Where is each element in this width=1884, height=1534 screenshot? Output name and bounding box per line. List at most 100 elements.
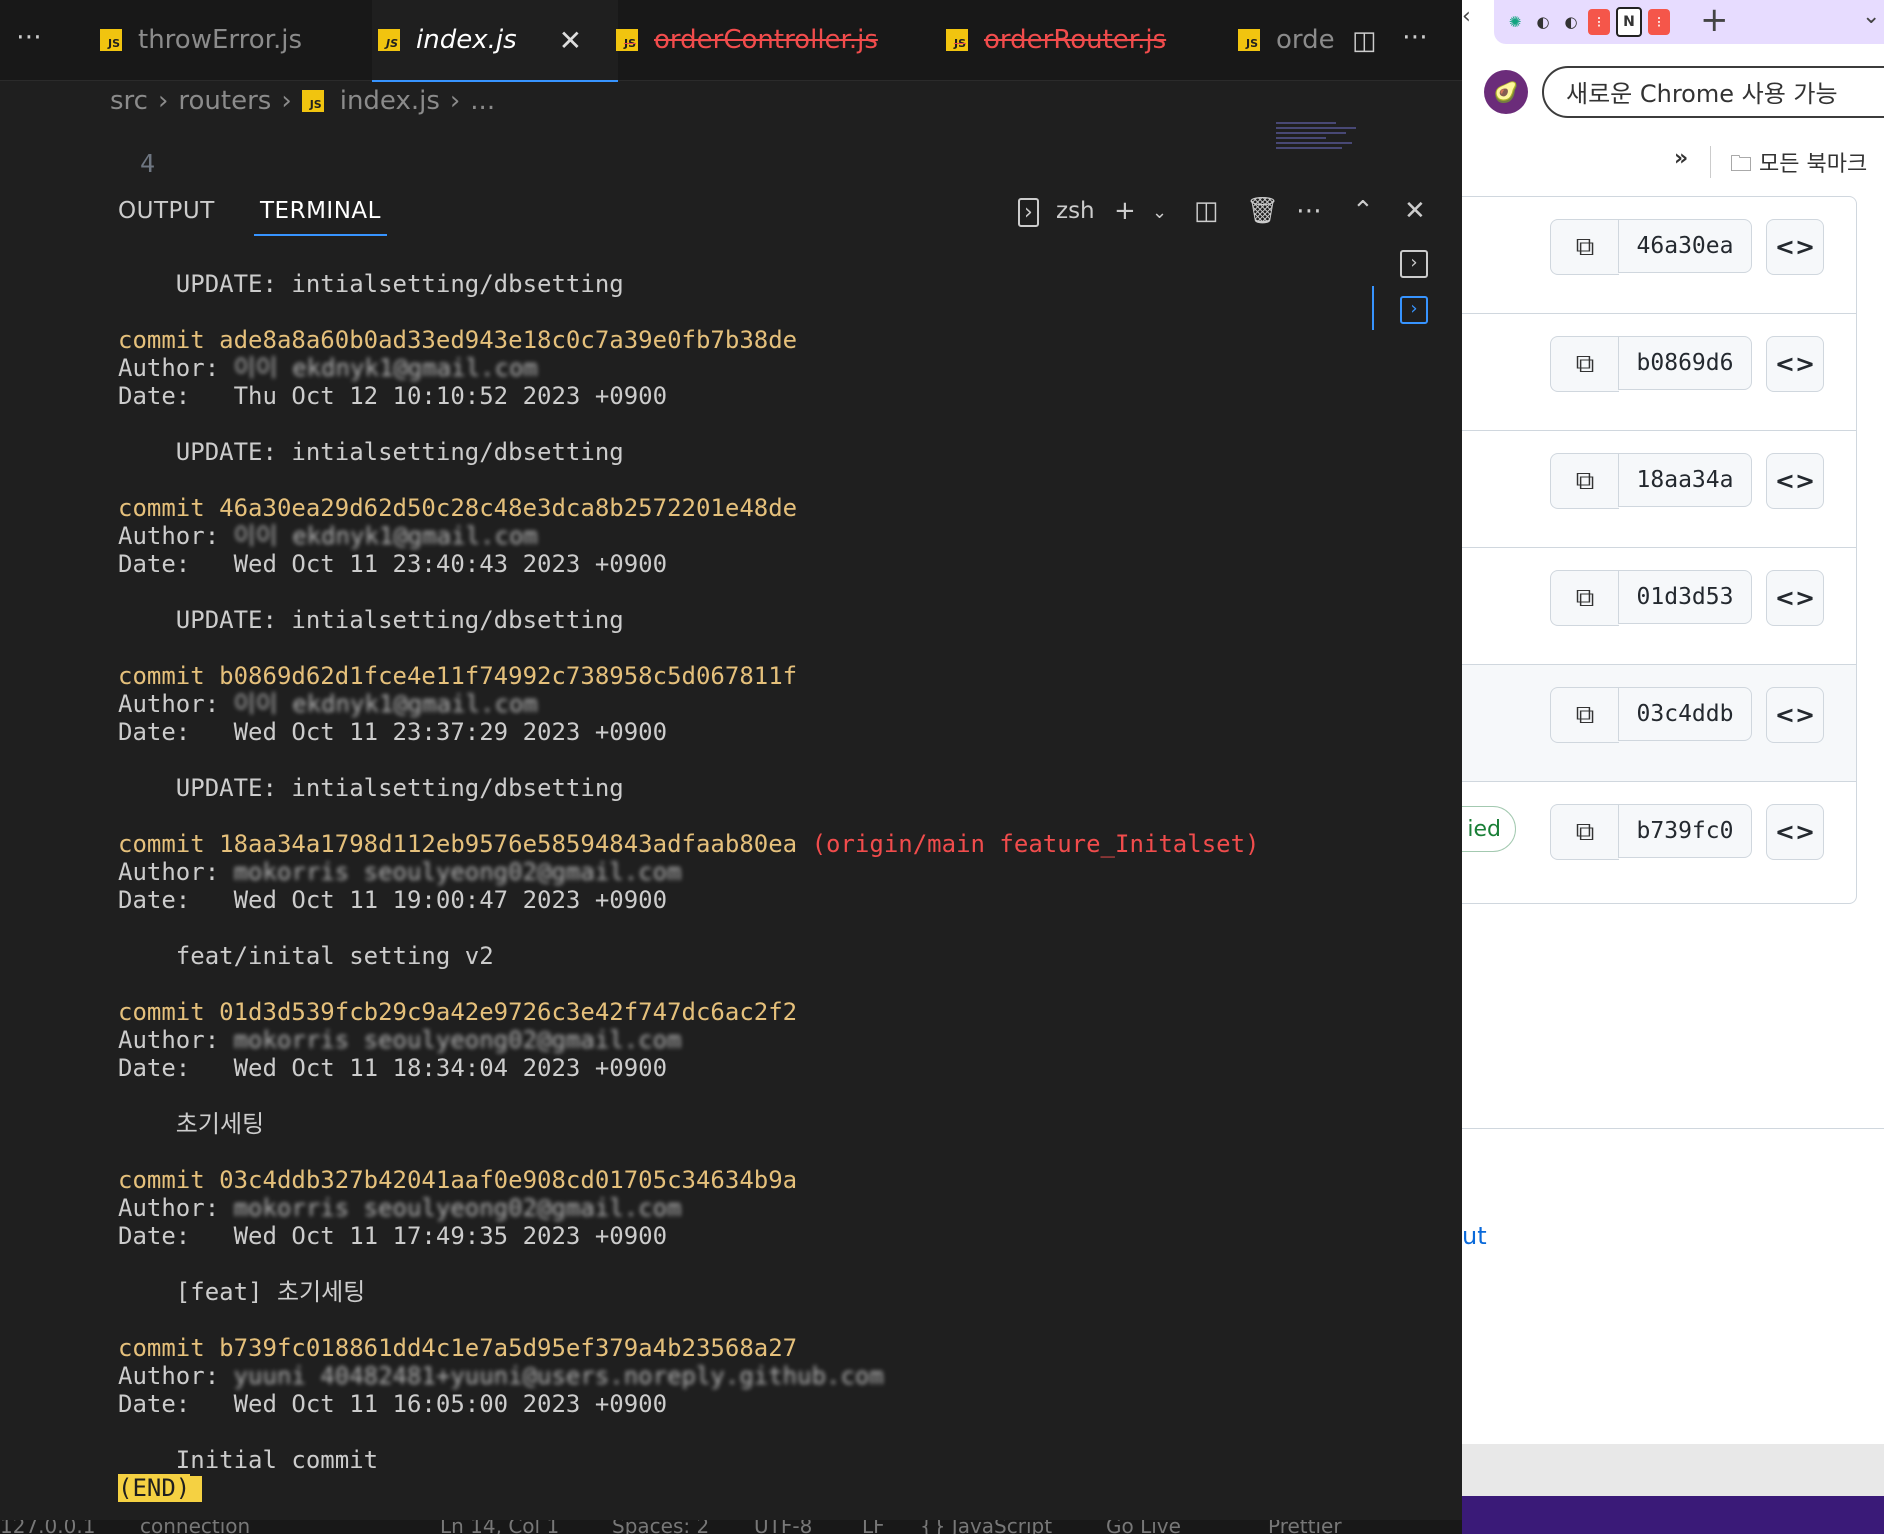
editor-tab[interactable]: JS orderRouter.js [946, 0, 1166, 80]
status-item[interactable]: UTF-8 [754, 1520, 812, 1534]
breadcrumb-item-symbol[interactable]: ... [470, 86, 495, 116]
bookmarks-bar: » 🗀 모든 북마크 [1462, 136, 1884, 188]
extension-icon[interactable]: ⁝ [1588, 9, 1610, 35]
commit-sha-link[interactable]: b739fc0 [1618, 804, 1752, 858]
date-line: Date: Wed Oct 11 18:34:04 2023 +0900 [118, 1054, 668, 1082]
status-item[interactable]: 127.0.0.1 [0, 1520, 95, 1534]
shell-label[interactable]: zsh [1056, 198, 1095, 224]
status-item[interactable]: Ln 14, Col 1 [440, 1520, 559, 1534]
author-label: Author: [118, 690, 234, 718]
split-terminal-icon[interactable]: ◫ [1194, 196, 1219, 226]
about-link[interactable]: ut [1462, 1222, 1487, 1250]
update-chrome-button[interactable]: 새로운 Chrome 사용 가능⋮ [1542, 66, 1884, 118]
extension-icon[interactable]: ⁝ [1648, 9, 1670, 35]
code-line: 4 const { productRouter } = require('./p… [0, 120, 155, 174]
commit-hash: commit 18aa34a1798d112eb9576e58594843adf… [118, 830, 798, 858]
editor-tab[interactable]: JS orde [1238, 0, 1335, 80]
github-icon[interactable]: ◐ [1560, 9, 1582, 35]
chevron-down-icon[interactable]: ⌄ [1862, 4, 1880, 29]
status-item[interactable]: Spaces: 2 [612, 1520, 709, 1534]
panel-header: OUTPUT TERMINAL › zsh + ⌄ ◫ 🗑 ⋯ ⌃ ✕ [0, 178, 1462, 244]
tab-label: orderRouter.js [984, 25, 1167, 55]
date-line: Date: Wed Oct 11 23:37:29 2023 +0900 [118, 718, 668, 746]
new-terminal-icon[interactable]: + [1114, 196, 1136, 226]
commit-sha-link[interactable]: 46a30ea [1618, 219, 1752, 273]
browse-repo-button[interactable]: <> [1766, 804, 1824, 860]
copy-sha-button[interactable]: ⧉ [1550, 219, 1619, 275]
browse-repo-button[interactable]: <> [1766, 687, 1824, 743]
github-icon[interactable]: ◐ [1532, 9, 1554, 35]
chevron-left-icon[interactable]: ‹ [1462, 4, 1471, 29]
split-editor-icon[interactable]: ◫ [1352, 26, 1377, 56]
commit-message-line: Initial commit [118, 1446, 379, 1474]
status-item[interactable]: Prettier [1268, 1520, 1342, 1534]
commit-sha-link[interactable]: 18aa34a [1618, 453, 1752, 507]
copy-sha-button[interactable]: ⧉ [1550, 336, 1619, 392]
editor-tab[interactable]: JS throwError.js [100, 0, 302, 80]
browse-repo-button[interactable]: <> [1766, 453, 1824, 509]
ellipsis-icon[interactable]: ⋯ [16, 22, 42, 52]
browse-repo-button[interactable]: <> [1766, 219, 1824, 275]
editor-tab[interactable]: JS index.js ✕ [372, 0, 618, 82]
all-bookmarks-folder[interactable]: 🗀 모든 북마크 [1730, 146, 1867, 185]
terminal-output[interactable]: UPDATE: intialsetting/dbsetting commit ad… [118, 270, 1418, 1502]
verified-badge[interactable]: ied [1462, 806, 1516, 852]
commit-row: ⧉ 01d3d53 <> [1462, 548, 1856, 665]
tab-output[interactable]: OUTPUT [118, 198, 215, 224]
author-email-redacted: yuuni 40482481+yuuni@users.noreply.githu… [233, 1362, 884, 1390]
breadcrumb-item-file[interactable]: index.js [340, 86, 440, 116]
notion-icon[interactable]: N [1616, 7, 1642, 37]
breadcrumb-item-src[interactable]: src [110, 86, 148, 116]
editor-tab[interactable]: JS orderController.js [616, 0, 878, 80]
chevron-down-icon[interactable]: ⌄ [1152, 202, 1167, 223]
maximize-panel-icon[interactable]: ⌃ [1352, 196, 1374, 226]
tab-label: throwError.js [138, 25, 302, 55]
commit-hash: commit 01d3d539fcb29c9a42e9726c3e42f747d… [118, 998, 798, 1026]
new-tab-icon[interactable]: + [1700, 0, 1729, 40]
status-item[interactable]: connection [140, 1520, 250, 1534]
author-label: Author: [118, 1362, 234, 1390]
copy-sha-button[interactable]: ⧉ [1550, 804, 1619, 860]
more-actions-icon[interactable]: ⋯ [1296, 196, 1322, 226]
more-actions-icon[interactable]: ⋯ [1402, 22, 1428, 52]
commit-sha-link[interactable]: 01d3d53 [1618, 570, 1752, 624]
terminal-cursor [190, 1476, 203, 1502]
browse-repo-button[interactable]: <> [1766, 336, 1824, 392]
avatar[interactable]: 🥑 [1484, 70, 1528, 114]
status-item[interactable]: LF [862, 1520, 885, 1534]
commit-row: ⧉ b0869d6 <> [1462, 314, 1856, 431]
commit-hash: commit 46a30ea29d62d50c28c48e3dca8b25722… [118, 494, 798, 522]
bookmarks-overflow-button[interactable]: » [1674, 146, 1688, 171]
status-item[interactable]: {} JavaScript [920, 1520, 1052, 1534]
commit-sha-link[interactable]: 03c4ddb [1618, 687, 1752, 741]
copy-sha-button[interactable]: ⧉ [1550, 453, 1619, 509]
commit-message-line: UPDATE: intialsetting/dbsetting [118, 438, 624, 466]
date-line: Date: Wed Oct 11 16:05:00 2023 +0900 [118, 1390, 668, 1418]
javascript-file-icon: JS [100, 29, 122, 51]
trash-icon[interactable]: 🗑 [1246, 196, 1279, 226]
commit-sha-link[interactable]: b0869d6 [1618, 336, 1752, 390]
close-panel-icon[interactable]: ✕ [1404, 196, 1426, 226]
copy-sha-button[interactable]: ⧉ [1550, 570, 1619, 626]
author-label: Author: [118, 354, 234, 382]
tab-label: index.js [416, 25, 517, 55]
copy-sha-button[interactable]: ⧉ [1550, 687, 1619, 743]
divider [1710, 146, 1711, 178]
status-item[interactable]: Go Live [1106, 1520, 1181, 1534]
minimap[interactable] [1276, 122, 1386, 172]
code-line: 5 const { reviewRouter } = require('./re… [0, 156, 90, 174]
commit-hash-line: commit b739fc018861dd4c1e7a5d95ef379a4b2… [118, 1334, 1418, 1362]
commit-row: ied ⧉ b739fc0 <> [1462, 782, 1856, 898]
tab-terminal[interactable]: TERMINAL [254, 198, 387, 236]
browse-repo-button[interactable]: <> [1766, 570, 1824, 626]
close-icon[interactable]: ✕ [559, 24, 582, 57]
code-editor[interactable]: 4 const { productRouter } = require('./p… [0, 118, 1462, 174]
breadcrumb-item-routers[interactable]: routers [178, 86, 271, 116]
chatgpt-icon[interactable]: ✺ [1504, 9, 1526, 35]
